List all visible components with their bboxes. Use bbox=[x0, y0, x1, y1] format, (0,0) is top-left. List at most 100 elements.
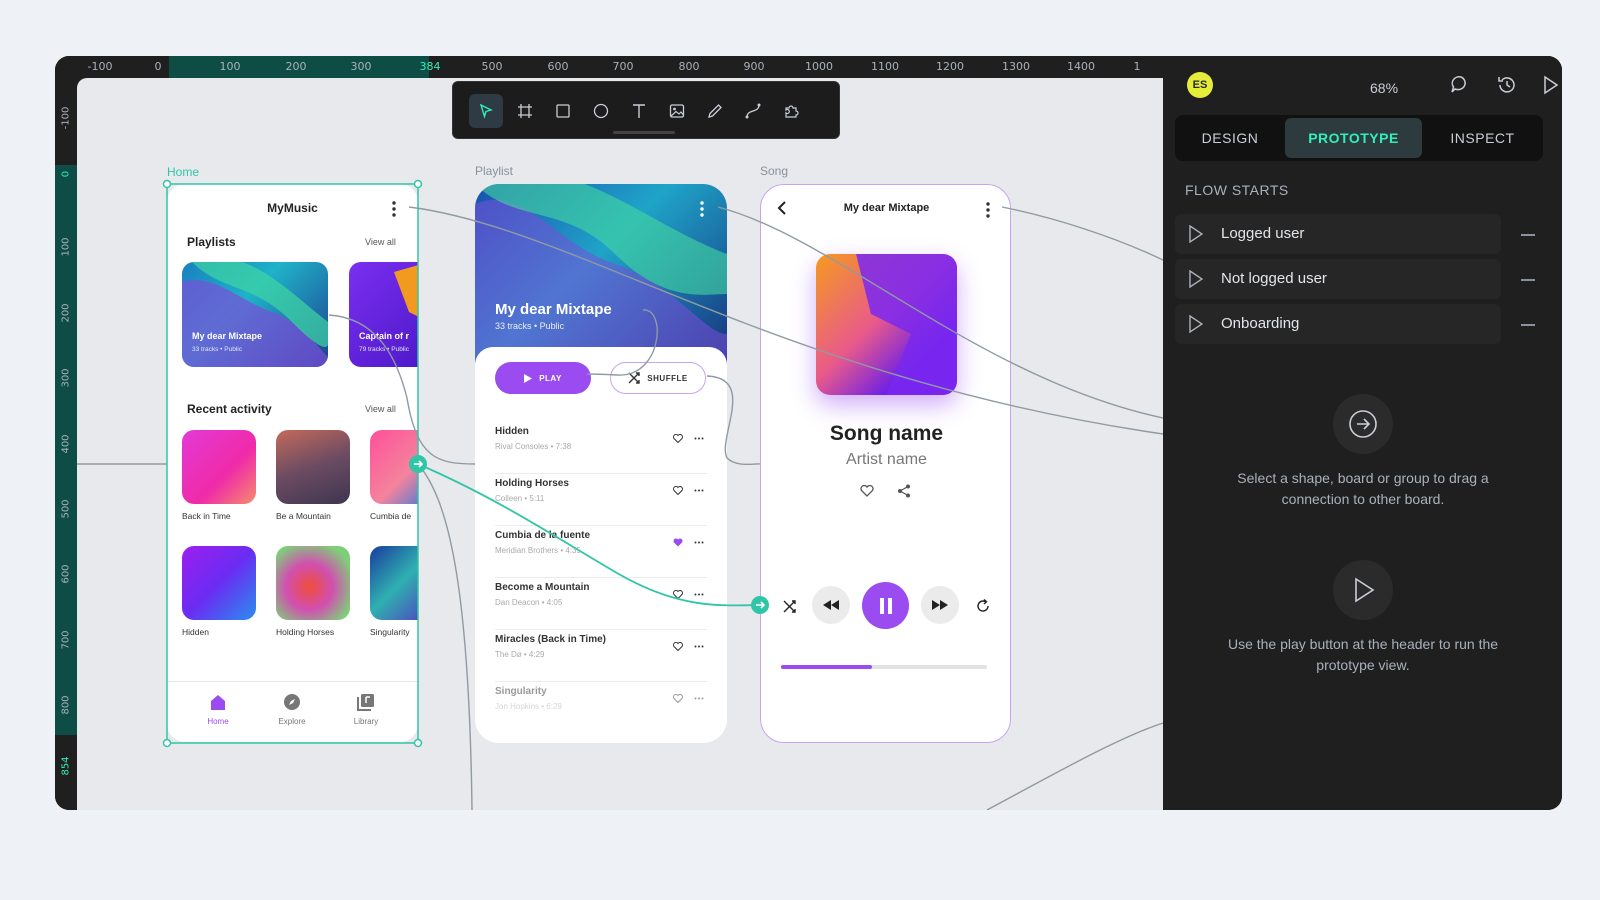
play-prototype-icon[interactable] bbox=[1540, 74, 1562, 96]
track-meta: Colleen • 5:11 bbox=[495, 494, 545, 503]
share-icon[interactable] bbox=[897, 484, 911, 498]
move-tool[interactable] bbox=[469, 94, 503, 128]
selection-handle bbox=[162, 179, 172, 189]
heart-icon[interactable] bbox=[673, 434, 683, 443]
recent-art-singularity[interactable] bbox=[370, 546, 418, 620]
heart-icon[interactable] bbox=[673, 590, 683, 599]
more-vertical-icon[interactable] bbox=[697, 200, 707, 218]
play-icon[interactable] bbox=[1189, 225, 1203, 243]
compass-icon[interactable] bbox=[283, 693, 301, 711]
more-horizontal-icon[interactable] bbox=[694, 489, 704, 492]
track-row[interactable]: Become a Mountain Dan Deacon • 4:05 bbox=[495, 578, 707, 630]
more-horizontal-icon[interactable] bbox=[694, 593, 704, 596]
flow-item-onboarding[interactable]: Onboarding bbox=[1175, 304, 1501, 344]
recent-art-hidden[interactable] bbox=[182, 546, 256, 620]
playlist-card-captain[interactable]: Captain of r 79 tracks • Public bbox=[349, 262, 418, 367]
recent-art-cumbia[interactable] bbox=[370, 430, 418, 504]
image-tool[interactable] bbox=[660, 94, 694, 128]
library-icon[interactable] bbox=[357, 693, 375, 711]
nav-home-label[interactable]: Home bbox=[195, 717, 241, 726]
fast-forward-button[interactable] bbox=[921, 586, 959, 624]
artist-name: Artist name bbox=[846, 451, 927, 468]
progress-track[interactable] bbox=[781, 665, 987, 669]
flow-label: Not logged user bbox=[1221, 270, 1327, 287]
track-row[interactable]: Hidden Rival Consoles • 7:38 bbox=[495, 422, 707, 474]
path-tool[interactable] bbox=[736, 94, 770, 128]
play-hint-text: Use the play button at the header to run… bbox=[1227, 636, 1499, 673]
text-tool[interactable] bbox=[622, 94, 656, 128]
flow-item-not-logged-user[interactable]: Not logged user bbox=[1175, 259, 1501, 299]
tab-design[interactable]: DESIGN bbox=[1178, 118, 1282, 158]
plugins-tool[interactable] bbox=[774, 94, 808, 128]
play-button[interactable]: PLAY bbox=[495, 362, 591, 394]
user-avatar[interactable]: ES bbox=[1187, 72, 1213, 98]
track-row[interactable]: Miracles (Back in Time) The Dø • 4:29 bbox=[495, 630, 707, 682]
track-row[interactable]: Cumbia de la fuente Meridian Brothers • … bbox=[495, 526, 707, 578]
track-name: Cumbia de la fuente bbox=[495, 530, 591, 541]
recent-label: Cumbia de bbox=[370, 511, 412, 521]
playlist-card-mixtape[interactable]: My dear Mixtape 33 tracks • Public bbox=[182, 262, 328, 367]
zoom-level[interactable]: 68% bbox=[1370, 80, 1398, 96]
rectangle-icon bbox=[556, 104, 570, 118]
playlist-card-sub: 33 tracks • Public bbox=[192, 346, 242, 353]
view-all-link[interactable]: View all bbox=[365, 404, 396, 414]
rewind-button[interactable] bbox=[812, 586, 850, 624]
toolbar-drag-handle[interactable] bbox=[613, 131, 675, 134]
track-meta: Rival Consoles • 7:38 bbox=[495, 442, 572, 451]
board-song[interactable]: My dear Mixtape Song name Artist name bbox=[760, 184, 1011, 743]
shuffle-button[interactable]: SHUFFLE bbox=[610, 362, 706, 394]
more-vertical-icon[interactable] bbox=[983, 201, 993, 219]
nav-explore-label[interactable]: Explore bbox=[269, 717, 315, 726]
tab-inspect[interactable]: INSPECT bbox=[1425, 118, 1540, 158]
board-label-song[interactable]: Song bbox=[760, 164, 788, 178]
heart-icon[interactable] bbox=[860, 485, 874, 497]
remove-flow-icon[interactable] bbox=[1521, 324, 1535, 326]
track-row[interactable]: Holding Horses Colleen • 5:11 bbox=[495, 474, 707, 526]
curve-icon bbox=[745, 103, 761, 119]
board-tool[interactable] bbox=[508, 94, 542, 128]
tab-prototype[interactable]: PROTOTYPE bbox=[1285, 118, 1422, 158]
ruler-tick: 1000 bbox=[805, 60, 833, 73]
album-art-shape bbox=[856, 254, 957, 395]
remove-flow-icon[interactable] bbox=[1521, 279, 1535, 281]
board-label-home[interactable]: Home bbox=[167, 165, 199, 179]
heart-filled-icon[interactable] bbox=[673, 538, 683, 547]
pause-button[interactable] bbox=[862, 582, 909, 629]
home-icon[interactable] bbox=[209, 693, 227, 711]
recent-art-back-in-time[interactable] bbox=[182, 430, 256, 504]
heart-icon[interactable] bbox=[673, 642, 683, 651]
recent-label: Back in Time bbox=[182, 511, 231, 521]
recent-art-holding-horses[interactable] bbox=[276, 546, 350, 620]
recent-art-be-a-mountain[interactable] bbox=[276, 430, 350, 504]
pause-icon bbox=[879, 597, 892, 614]
board-home[interactable]: MyMusic Playlists View all My dear Mixta… bbox=[167, 184, 418, 742]
song-header-title: My dear Mixtape bbox=[843, 202, 930, 214]
heart-icon[interactable] bbox=[673, 486, 683, 495]
view-all-link[interactable]: View all bbox=[365, 237, 396, 247]
ellipse-tool[interactable] bbox=[584, 94, 618, 128]
more-horizontal-icon[interactable] bbox=[694, 697, 704, 700]
more-horizontal-icon[interactable] bbox=[694, 541, 704, 544]
ellipse-icon bbox=[593, 103, 609, 119]
board-playlist[interactable]: My dear Mixtape 33 tracks • Public PLAY … bbox=[475, 184, 727, 743]
rectangle-tool[interactable] bbox=[546, 94, 580, 128]
play-icon[interactable] bbox=[1189, 270, 1203, 288]
board-label-playlist[interactable]: Playlist bbox=[475, 164, 513, 178]
comments-icon[interactable] bbox=[1450, 74, 1472, 96]
play-icon[interactable] bbox=[1189, 315, 1203, 333]
shuffle-icon[interactable] bbox=[783, 600, 796, 613]
history-icon[interactable] bbox=[1496, 74, 1518, 96]
nav-library-label[interactable]: Library bbox=[343, 717, 389, 726]
more-horizontal-icon[interactable] bbox=[694, 645, 704, 648]
canvas[interactable]: Home Playlist Song MyMusic Playlists Vie… bbox=[77, 78, 1163, 810]
ruler-tick: 300 bbox=[60, 368, 72, 388]
remove-flow-icon[interactable] bbox=[1521, 234, 1535, 236]
flow-item-logged-user[interactable]: Logged user bbox=[1175, 214, 1501, 254]
more-horizontal-icon[interactable] bbox=[694, 437, 704, 440]
repeat-icon[interactable] bbox=[976, 599, 990, 613]
track-row[interactable]: Singularity Jon Hopkins • 6:29 bbox=[495, 682, 707, 734]
more-vertical-icon[interactable] bbox=[389, 200, 399, 218]
heart-icon[interactable] bbox=[673, 694, 683, 703]
recent-heading: Recent activity bbox=[187, 402, 272, 416]
pencil-tool[interactable] bbox=[698, 94, 732, 128]
